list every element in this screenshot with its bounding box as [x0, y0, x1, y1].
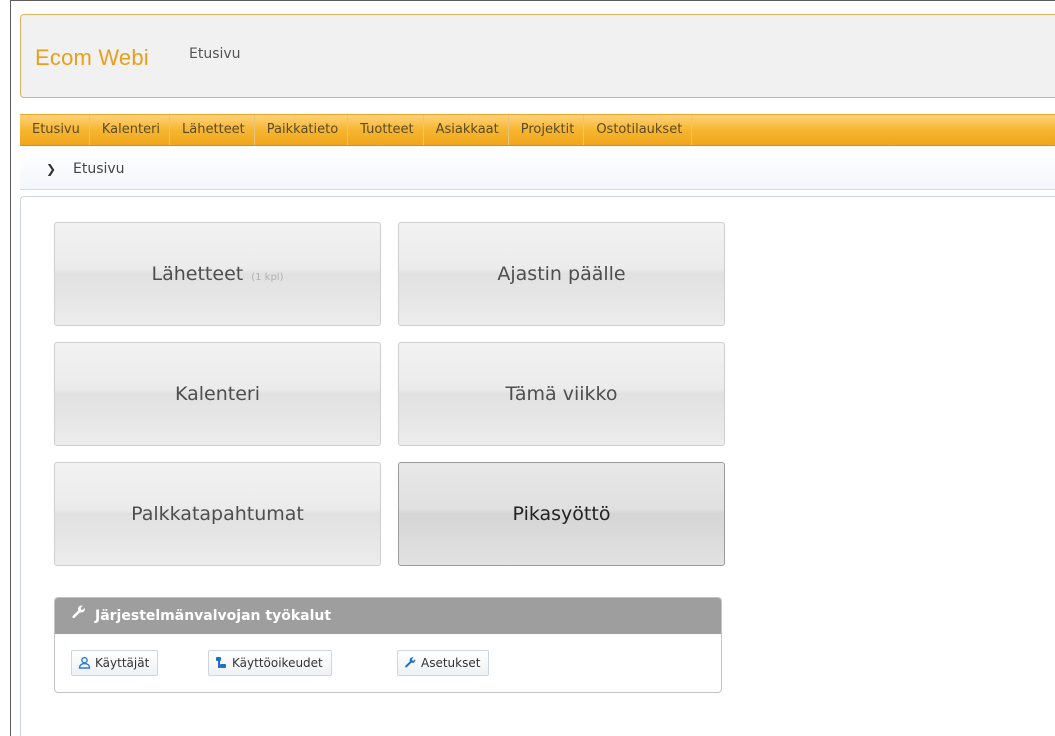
- settings-button-label: Asetukset: [421, 656, 481, 670]
- nav-item-lahetteet[interactable]: Lähetteet: [170, 115, 255, 145]
- admin-tools-header: Järjestelmänvalvojan työkalut: [55, 598, 721, 634]
- app-logo[interactable]: Ecom Webi: [35, 45, 149, 71]
- tile-palkkatapahtumat[interactable]: Palkkatapahtumat: [54, 462, 381, 566]
- tile-kalenteri-label: Kalenteri: [174, 383, 260, 405]
- nav-item-tuotteet[interactable]: Tuotteet: [348, 115, 424, 145]
- nav-item-asiakkaat[interactable]: Asiakkaat: [424, 115, 509, 145]
- user-icon: [78, 656, 95, 670]
- permissions-button-label: Käyttöoikeudet: [232, 656, 323, 670]
- tile-lahetteet[interactable]: Lähetteet (1 kpl): [54, 222, 381, 326]
- tile-palkkatapahtumat-label: Palkkatapahtumat: [131, 503, 304, 525]
- breadcrumb: ❯ Etusivu: [20, 148, 1055, 190]
- tile-lahetteet-count: (1 kpl): [251, 272, 284, 283]
- permissions-button[interactable]: Käyttöoikeudet: [208, 650, 332, 676]
- page-title: Etusivu: [189, 46, 241, 62]
- main-nav: Etusivu Kalenteri Lähetteet Paikkatieto Tuot…: [20, 114, 1055, 146]
- admin-tools-title: Järjestelmänvalvojan työkalut: [95, 608, 332, 624]
- nav-item-projektit[interactable]: Projektit: [509, 115, 585, 145]
- tile-pikasyotto[interactable]: Pikasyöttö: [398, 462, 725, 566]
- tile-ajastin-label: Ajastin päälle: [497, 263, 626, 285]
- users-button-label: Käyttäjät: [95, 656, 150, 670]
- key-icon: [215, 656, 232, 670]
- chevron-right-icon: ❯: [46, 162, 57, 176]
- nav-item-ostotilaukset[interactable]: Ostotilaukset: [584, 115, 693, 145]
- breadcrumb-item-etusivu[interactable]: Etusivu: [73, 161, 125, 177]
- nav-item-kalenteri[interactable]: Kalenteri: [90, 115, 171, 145]
- wrench-icon: [71, 598, 87, 634]
- tile-tama-viikko-label: Tämä viikko: [505, 383, 618, 405]
- wrench-icon: [404, 656, 421, 670]
- users-button[interactable]: Käyttäjät: [71, 650, 159, 676]
- tile-lahetteet-label: Lähetteet: [151, 263, 244, 285]
- nav-item-etusivu[interactable]: Etusivu: [20, 115, 90, 145]
- app-header: Ecom Webi Etusivu: [20, 14, 1055, 98]
- tile-ajastin[interactable]: Ajastin päälle: [398, 222, 725, 326]
- nav-item-paikkatieto[interactable]: Paikkatieto: [255, 115, 349, 145]
- admin-tools-panel: Järjestelmänvalvojan työkalut Käyttäjät …: [54, 597, 722, 693]
- tile-tama-viikko[interactable]: Tämä viikko: [398, 342, 725, 446]
- tile-kalenteri[interactable]: Kalenteri: [54, 342, 381, 446]
- tile-pikasyotto-label: Pikasyöttö: [512, 503, 611, 525]
- settings-button[interactable]: Asetukset: [397, 650, 490, 676]
